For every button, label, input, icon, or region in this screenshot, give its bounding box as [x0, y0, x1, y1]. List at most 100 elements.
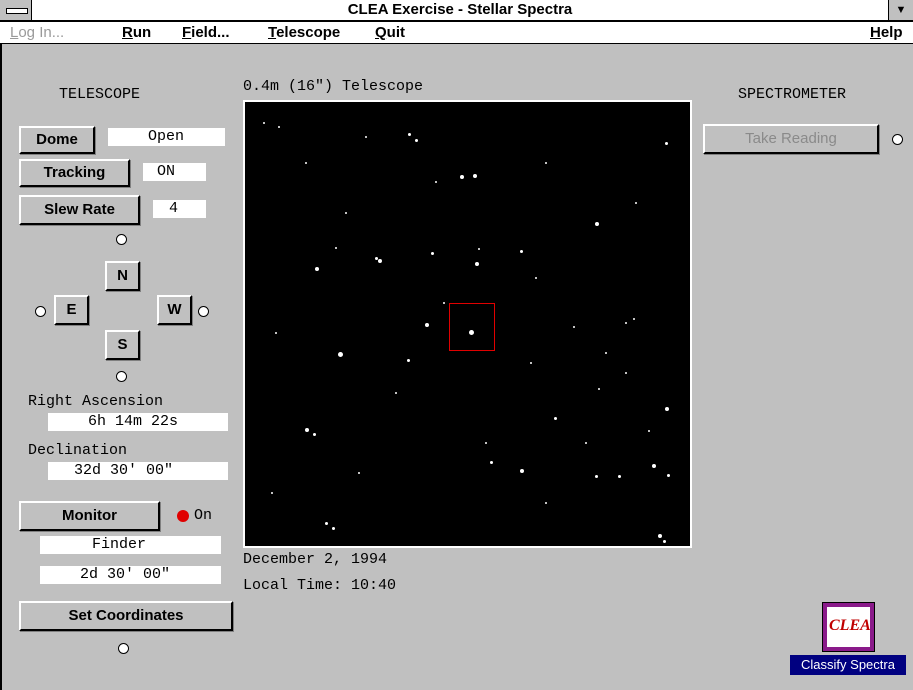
south-button[interactable]: S — [105, 330, 140, 360]
star — [535, 277, 537, 279]
chevron-down-icon: ▼ — [895, 4, 907, 16]
star — [305, 428, 309, 432]
tracking-button[interactable]: Tracking — [19, 159, 130, 187]
star — [325, 522, 328, 525]
star — [415, 139, 418, 142]
star — [271, 492, 273, 494]
star — [435, 181, 437, 183]
star — [475, 262, 479, 266]
ra-label: Right Ascension — [28, 393, 164, 410]
window-title: CLEA Exercise - Stellar Spectra — [347, 1, 573, 18]
dec-value: 32d 30' 00" — [48, 462, 228, 480]
star — [460, 175, 464, 179]
star — [485, 442, 487, 444]
menu-quit[interactable]: Quit — [375, 22, 405, 43]
local-time-display: Local Time: 10:40 — [243, 577, 397, 594]
star — [520, 469, 524, 473]
star — [345, 212, 347, 214]
star — [545, 502, 547, 504]
clea-logo: CLEA — [827, 607, 871, 647]
star — [425, 323, 429, 327]
star — [408, 133, 411, 136]
star — [554, 417, 557, 420]
date-display: December 2, 1994 — [243, 551, 388, 568]
classify-spectra-caption[interactable]: Classify Spectra — [790, 655, 906, 675]
star — [313, 433, 316, 436]
menu-login[interactable]: Log In... — [10, 22, 64, 43]
star — [407, 359, 410, 362]
tracking-status: ON — [143, 163, 206, 181]
star — [332, 527, 335, 530]
west-indicator — [198, 306, 209, 317]
star — [633, 318, 635, 320]
star — [275, 332, 277, 334]
star — [315, 267, 319, 271]
star — [490, 461, 493, 464]
star — [530, 362, 532, 364]
system-menu-button[interactable] — [0, 0, 32, 20]
star — [618, 475, 621, 478]
star — [665, 142, 668, 145]
clea-logo-text: CLEA — [829, 617, 871, 634]
ra-value: 6h 14m 22s — [48, 413, 228, 431]
star — [652, 464, 656, 468]
star — [573, 326, 575, 328]
monitor-mode: Finder — [40, 536, 221, 554]
east-button[interactable]: E — [54, 295, 89, 325]
target-reticle — [449, 303, 495, 351]
star — [378, 259, 382, 263]
star — [278, 126, 280, 128]
star — [473, 174, 477, 178]
dome-button[interactable]: Dome — [19, 126, 95, 154]
star — [335, 247, 337, 249]
monitor-status-light — [177, 510, 189, 522]
star — [585, 442, 587, 444]
star — [365, 136, 367, 138]
star-field-view[interactable] — [243, 100, 692, 548]
reading-indicator — [892, 134, 903, 145]
north-indicator — [116, 234, 127, 245]
star — [545, 162, 547, 164]
north-button[interactable]: N — [105, 261, 140, 291]
menu-help[interactable]: Help — [870, 22, 903, 43]
dome-status: Open — [108, 128, 225, 146]
monitor-button[interactable]: Monitor — [19, 501, 160, 531]
slew-rate-button[interactable]: Slew Rate — [19, 195, 140, 225]
south-indicator — [116, 371, 127, 382]
star — [443, 302, 445, 304]
set-coordinates-indicator — [118, 643, 129, 654]
monitor-status-text: On — [194, 507, 213, 524]
star — [305, 162, 307, 164]
star — [625, 322, 627, 324]
star — [605, 352, 607, 354]
star — [478, 248, 480, 250]
finder-field-size: 2d 30' 00" — [40, 566, 221, 584]
star — [263, 122, 265, 124]
system-menu-icon — [6, 8, 28, 14]
view-title: 0.4m (16") Telescope — [243, 78, 424, 95]
minimize-button[interactable]: ▼ — [888, 0, 913, 20]
star — [469, 330, 474, 335]
set-coordinates-button[interactable]: Set Coordinates — [19, 601, 233, 631]
window-left-border — [0, 44, 2, 690]
menu-bar: Log In... Run Field... Telescope Quit He… — [0, 22, 913, 44]
menu-field[interactable]: Field... — [182, 22, 230, 43]
star — [658, 534, 662, 538]
menu-telescope[interactable]: Telescope — [268, 22, 340, 43]
west-button[interactable]: W — [157, 295, 192, 325]
menu-run[interactable]: Run — [122, 22, 151, 43]
star — [665, 407, 669, 411]
star — [358, 472, 360, 474]
telescope-heading: TELESCOPE — [59, 86, 141, 103]
take-reading-button[interactable]: Take Reading — [703, 124, 879, 154]
star — [663, 540, 666, 543]
classify-spectra-icon[interactable]: CLEA — [822, 602, 875, 652]
star — [598, 388, 600, 390]
slew-rate-value: 4 — [153, 200, 206, 218]
star — [431, 252, 434, 255]
star — [635, 202, 637, 204]
star — [338, 352, 343, 357]
star — [625, 372, 627, 374]
east-indicator — [35, 306, 46, 317]
star — [648, 430, 650, 432]
